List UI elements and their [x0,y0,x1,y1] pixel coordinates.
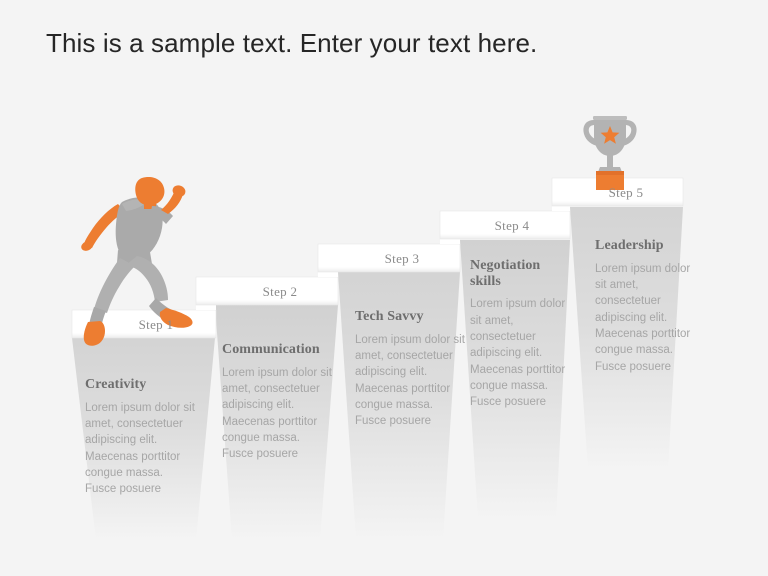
step-card-3: Tech Savvy Lorem ipsum dolor sit amet, c… [355,309,467,430]
step-card-1: Creativity Lorem ipsum dolor sit amet, c… [85,377,197,498]
step-card-5-body: Lorem ipsum dolor sit amet, consectetuer… [595,262,691,373]
step-card-1-heading: Creativity [85,377,147,392]
step-card-3-heading: Tech Savvy [355,309,424,324]
step-card-1-body: Lorem ipsum dolor sit amet, consectetuer… [85,401,195,496]
step-label-2: Step 2 [262,284,298,299]
step-card-4-heading: Negotiation skills [470,258,541,289]
step-label-3: Step 3 [384,251,420,266]
step-card-5-heading: Leadership [595,238,664,253]
slide-canvas: This is a sample text. Enter your text h… [0,0,768,576]
step-label-4: Step 4 [494,218,530,233]
step-label-1: Step 1 [138,317,174,332]
step-card-2-body: Lorem ipsum dolor sit amet, consectetuer… [222,366,332,461]
step-label-5: Step 5 [608,185,644,200]
step-card-3-body: Lorem ipsum dolor sit amet, consectetuer… [355,333,465,428]
step-card-2-heading: Communication [222,342,320,357]
step-card-5: Leadership Lorem ipsum dolor sit amet, c… [595,238,695,375]
step-card-4: Negotiation skills Lorem ipsum dolor sit… [470,258,570,411]
step-card-4-body: Lorem ipsum dolor sit amet, consectetuer… [470,298,566,409]
step-card-2: Communication Lorem ipsum dolor sit amet… [222,342,334,463]
